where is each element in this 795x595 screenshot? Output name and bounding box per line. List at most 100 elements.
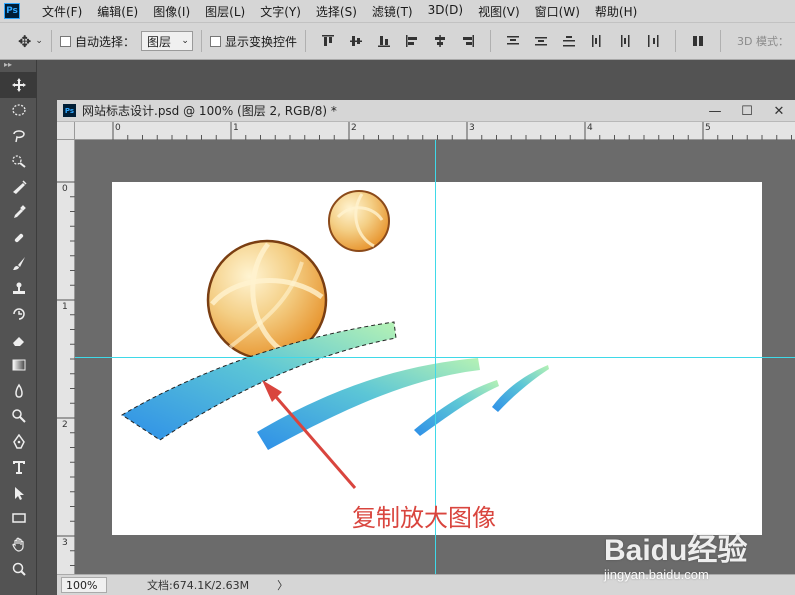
menu-help[interactable]: 帮助(H) bbox=[595, 3, 637, 20]
main-swoosh-shape bbox=[257, 358, 480, 450]
small-ball-shape bbox=[328, 190, 390, 252]
blur-tool-icon[interactable] bbox=[0, 378, 37, 404]
tool-preset-chevron-down-icon[interactable]: ⌄ bbox=[35, 36, 43, 46]
annotation-caption: 复制放大图像 bbox=[352, 504, 496, 532]
menu-select[interactable]: 选择(S) bbox=[316, 3, 357, 20]
divider bbox=[50, 30, 52, 52]
history-brush-tool-icon[interactable] bbox=[0, 302, 37, 328]
zoom-tool-icon[interactable] bbox=[0, 557, 37, 583]
brush-tool-icon[interactable] bbox=[0, 251, 37, 277]
menu-3d[interactable]: 3D(D) bbox=[428, 3, 463, 20]
distribute-right-edges-icon[interactable] bbox=[645, 33, 661, 49]
auto-select-checkbox[interactable]: 自动选择： bbox=[59, 33, 135, 50]
document-tab[interactable]: Ps 网站标志设计.psd @ 100% (图层 2, RGB/8) * — ☐… bbox=[57, 100, 795, 122]
hand-tool-icon[interactable] bbox=[0, 531, 37, 557]
auto-select-checkbox-box[interactable] bbox=[59, 35, 71, 47]
distribute-left-edges-icon[interactable] bbox=[589, 33, 605, 49]
dodge-tool-icon[interactable] bbox=[0, 404, 37, 430]
ruler-v-label: 2 bbox=[62, 420, 68, 430]
divider bbox=[200, 30, 202, 52]
eraser-tool-icon[interactable] bbox=[0, 327, 37, 353]
ruler-h-label: 0 bbox=[115, 123, 121, 133]
align-right-edges-icon[interactable] bbox=[460, 33, 476, 49]
ruler-h-label: 4 bbox=[587, 123, 593, 133]
show-transform-label: 显示变换控件 bbox=[224, 34, 297, 49]
show-transform-controls-checkbox[interactable]: 显示变换控件 bbox=[209, 33, 297, 50]
gradient-tool-icon[interactable] bbox=[0, 353, 37, 379]
logo-artwork bbox=[121, 190, 549, 489]
ruler-v-label: 1 bbox=[62, 302, 68, 312]
document-title: 网站标志设计.psd @ 100% (图层 2, RGB/8) * bbox=[82, 104, 337, 118]
menu-edit[interactable]: 编辑(E) bbox=[97, 3, 138, 20]
show-transform-checkbox-box[interactable] bbox=[209, 35, 221, 47]
distribute-top-edges-icon[interactable] bbox=[505, 33, 521, 49]
ruler-h-label: 5 bbox=[705, 123, 711, 133]
menu-image[interactable]: 图像(I) bbox=[153, 3, 190, 20]
divider bbox=[304, 30, 306, 52]
ruler-h-label: 1 bbox=[233, 123, 239, 133]
divider bbox=[489, 30, 491, 52]
vertical-ruler[interactable]: 0 1 2 3 bbox=[57, 140, 75, 574]
vertical-ruler-ticks bbox=[57, 181, 75, 566]
divider bbox=[674, 30, 676, 52]
menu-layer[interactable]: 图层(L) bbox=[205, 3, 245, 20]
type-tool-icon[interactable] bbox=[0, 455, 37, 481]
document-canvas[interactable] bbox=[112, 182, 762, 535]
healing-brush-tool-icon[interactable] bbox=[0, 225, 37, 251]
lasso-tool-icon[interactable] bbox=[0, 123, 37, 149]
align-top-edges-icon[interactable] bbox=[320, 33, 336, 49]
horizontal-ruler-ticks bbox=[112, 122, 792, 140]
close-icon[interactable]: ✕ bbox=[763, 100, 795, 122]
watermark-logo: Baidu经验 bbox=[604, 534, 748, 567]
options-bar: ✥ ⌄ 自动选择： 图层 ⌄ 显示变换控件 3D 模式： bbox=[0, 22, 795, 60]
auto-select-label: 自动选择： bbox=[74, 34, 135, 49]
auto-align-layers-icon[interactable] bbox=[690, 33, 706, 49]
align-horizontal-centers-icon[interactable] bbox=[432, 33, 448, 49]
eyedropper-tool-icon[interactable] bbox=[0, 200, 37, 226]
auto-select-target-dropdown[interactable]: 图层 ⌄ bbox=[140, 31, 193, 51]
baidu-jingyan-watermark: Baidu经验 jingyan.baidu.com bbox=[604, 525, 794, 585]
ruler-v-label: 3 bbox=[62, 538, 68, 548]
tools-panel: ▸▸ bbox=[0, 60, 37, 595]
3d-mode-label: 3D 模式： bbox=[736, 35, 789, 48]
distribute-bottom-edges-icon[interactable] bbox=[561, 33, 577, 49]
photoshop-logo-icon: Ps bbox=[4, 3, 20, 19]
watermark-url: jingyan.baidu.com bbox=[604, 567, 709, 582]
horizontal-guide[interactable] bbox=[75, 357, 795, 358]
window-controls: — ☐ ✕ bbox=[699, 100, 795, 122]
zoom-level-field[interactable]: 100% bbox=[61, 577, 107, 593]
align-left-edges-icon[interactable] bbox=[404, 33, 420, 49]
small-swoosh-shape bbox=[414, 380, 499, 436]
menu-window[interactable]: 窗口(W) bbox=[535, 3, 580, 20]
marquee-tool-icon[interactable] bbox=[0, 98, 37, 124]
path-selection-tool-icon[interactable] bbox=[0, 480, 37, 506]
status-menu-arrow-icon[interactable]: 〉 bbox=[277, 577, 288, 593]
menu-type[interactable]: 文字(Y) bbox=[260, 3, 301, 20]
menu-view[interactable]: 视图(V) bbox=[478, 3, 520, 20]
distribute-horizontal-centers-icon[interactable] bbox=[617, 33, 633, 49]
menu-bar: Ps 文件(F) 编辑(E) 图像(I) 图层(L) 文字(Y) 选择(S) 滤… bbox=[0, 0, 795, 22]
maximize-icon[interactable]: ☐ bbox=[731, 100, 763, 122]
panel-grip-icon[interactable]: ▸▸ bbox=[0, 60, 36, 72]
horizontal-ruler[interactable]: 0 1 2 3 4 5 bbox=[75, 122, 795, 140]
divider bbox=[719, 30, 721, 52]
align-vertical-centers-icon[interactable] bbox=[348, 33, 364, 49]
ruler-h-label: 2 bbox=[351, 123, 357, 133]
document-size-info: 文档:674.1K/2.63M bbox=[147, 579, 250, 592]
quick-selection-tool-icon[interactable] bbox=[0, 149, 37, 175]
rectangle-tool-icon[interactable] bbox=[0, 506, 37, 532]
distribute-vertical-centers-icon[interactable] bbox=[533, 33, 549, 49]
menu-filter[interactable]: 滤镜(T) bbox=[372, 3, 413, 20]
clone-stamp-tool-icon[interactable] bbox=[0, 276, 37, 302]
menu-file[interactable]: 文件(F) bbox=[42, 3, 82, 20]
move-tool-icon[interactable]: ✥ bbox=[18, 32, 31, 51]
move-tool-icon[interactable] bbox=[0, 72, 37, 98]
ruler-origin[interactable] bbox=[57, 122, 75, 140]
crop-tool-icon[interactable] bbox=[0, 174, 37, 200]
ruler-h-label: 3 bbox=[469, 123, 475, 133]
ruler-v-label: 0 bbox=[62, 184, 68, 194]
chevron-down-icon: ⌄ bbox=[181, 36, 189, 46]
minimize-icon[interactable]: — bbox=[699, 100, 731, 122]
pen-tool-icon[interactable] bbox=[0, 429, 37, 455]
align-bottom-edges-icon[interactable] bbox=[376, 33, 392, 49]
